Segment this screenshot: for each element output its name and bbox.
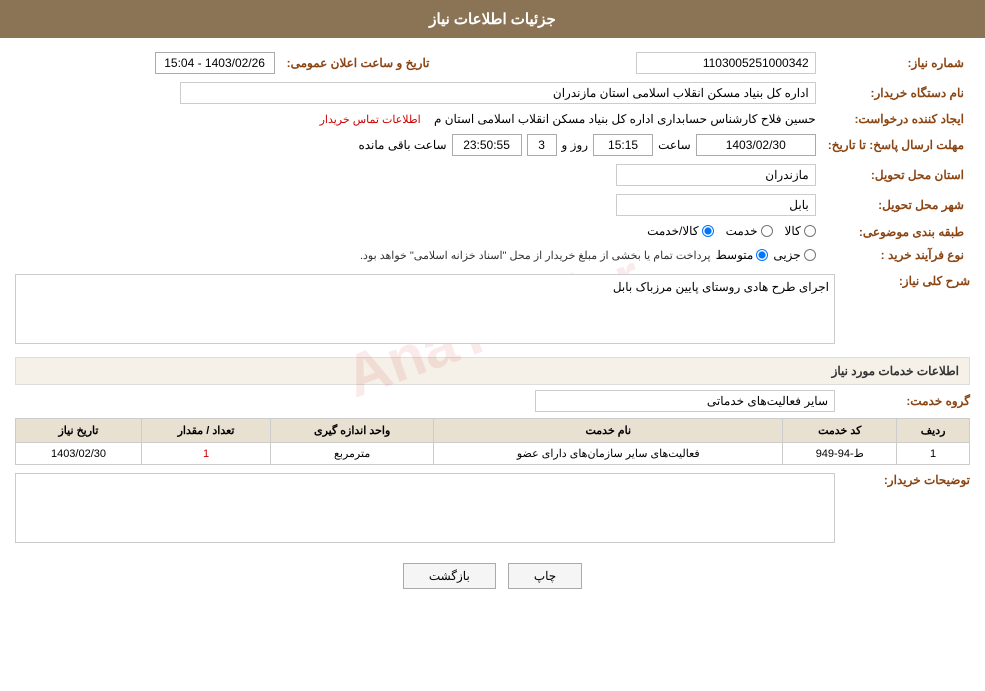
radio-kala-item: کالا <box>785 224 816 238</box>
radio-khedmat[interactable] <box>761 225 773 237</box>
shahr-value: بابل <box>616 194 816 216</box>
col-name: نام خدمت <box>434 419 783 443</box>
services-table-body: 1 ط-94-949 فعالیت‌های سایر سازمان‌های دا… <box>16 443 970 465</box>
radio-kala-khedmat-item: کالا/خدمت <box>647 224 713 238</box>
info-table: شماره نیاز: 1103005251000342 تاریخ و ساع… <box>15 48 970 266</box>
tabaqe-label: طبقه بندی موضوعی: <box>822 220 970 244</box>
sharh-box: اجرای طرح هادی روستای پایین مرزباک بابل <box>15 274 835 344</box>
row-mohlat: مهلت ارسال پاسخ: تا تاریخ: 1403/02/30 سا… <box>15 130 970 160</box>
farayand-desc: پرداخت تمام یا بخشی از مبلغ خریدار از مح… <box>360 249 711 262</box>
shomare-value: 1103005251000342 <box>636 52 816 74</box>
ostan-value: مازندران <box>616 164 816 186</box>
sharh-row: شرح کلی نیاز: اجرای طرح هادی روستای پایی… <box>15 274 970 349</box>
rooz-label: روز و <box>562 138 589 152</box>
page-header: جزئیات اطلاعات نیاز <box>0 0 985 38</box>
mohlat-date: 1403/02/30 <box>696 134 816 156</box>
radio-khedmat-label: خدمت <box>726 224 758 238</box>
tozihat-label: توضیحات خریدار: <box>840 473 970 487</box>
row-shahr: شهر محل تحویل: بابل <box>15 190 970 220</box>
cell-kod: ط-94-949 <box>783 443 897 465</box>
tozihat-row: توضیحات خریدار: <box>15 473 970 548</box>
mohlat-saat: 15:15 <box>593 134 653 156</box>
saat-label: ساعت <box>658 138 691 152</box>
grooh-value: سایر فعالیت‌های خدماتی <box>535 390 835 412</box>
print-button[interactable]: چاپ <box>508 563 582 589</box>
ostan-label: استان محل تحویل: <box>822 160 970 190</box>
radio-motevaset-item: متوسط <box>716 248 769 262</box>
radio-jozei-label: جزیی <box>773 248 800 262</box>
mohlat-baghi: 23:50:55 <box>452 134 522 156</box>
ijad-value: حسین فلاح کارشناس حسابداری اداره کل بنیا… <box>434 112 816 126</box>
cell-name: فعالیت‌های سایر سازمان‌های دارای عضو <box>434 443 783 465</box>
col-kod: کد خدمت <box>783 419 897 443</box>
tarikh-label: تاریخ و ساعت اعلان عمومی: <box>281 48 436 78</box>
col-tedad: تعداد / مقدار <box>141 419 270 443</box>
mohlat-row: 1403/02/30 ساعت 15:15 روز و 3 23:50:55 س… <box>21 134 816 156</box>
khedamat-section-header: اطلاعات خدمات مورد نیاز <box>15 357 970 385</box>
tozihat-box <box>15 473 835 543</box>
radio-jozei[interactable] <box>804 249 816 261</box>
content-area: AnaTender شماره نیاز: 1103005251000342 ت… <box>0 38 985 614</box>
tarikh-value: 1403/02/26 - 15:04 <box>155 52 275 74</box>
cell-tarikh: 1403/02/30 <box>16 443 142 465</box>
row-dastgah: نام دستگاه خریدار: اداره کل بنیاد مسکن ا… <box>15 78 970 108</box>
mohlat-rooz: 3 <box>527 134 557 156</box>
sharh-label: شرح کلی نیاز: <box>840 274 970 288</box>
radio-khedmat-item: خدمت <box>726 224 773 238</box>
shahr-label: شهر محل تحویل: <box>822 190 970 220</box>
page-title: جزئیات اطلاعات نیاز <box>429 11 556 28</box>
mohlat-label: مهلت ارسال پاسخ: تا تاریخ: <box>822 130 970 160</box>
back-button[interactable]: بازگشت <box>403 563 496 589</box>
radio-kala-label: کالا <box>785 224 801 238</box>
page-container: جزئیات اطلاعات نیاز AnaTender شماره نیاز… <box>0 0 985 691</box>
farayand-label: نوع فرآیند خرید : <box>822 244 970 266</box>
dastgah-value: اداره کل بنیاد مسکن انقلاب اسلامی استان … <box>180 82 816 104</box>
sharh-value: اجرای طرح هادی روستای پایین مرزباک بابل <box>613 280 829 294</box>
radio-kala[interactable] <box>804 225 816 237</box>
grooh-label: گروه خدمت: <box>840 394 970 408</box>
radio-kala-khedmat-label: کالا/خدمت <box>647 224 698 238</box>
table-row: 1 ط-94-949 فعالیت‌های سایر سازمان‌های دا… <box>16 443 970 465</box>
services-table-head: ردیف کد خدمت نام خدمت واحد اندازه گیری ت… <box>16 419 970 443</box>
cell-radif: 1 <box>897 443 970 465</box>
contact-link[interactable]: اطلاعات تماس خریدار <box>320 114 421 126</box>
services-table: ردیف کد خدمت نام خدمت واحد اندازه گیری ت… <box>15 418 970 465</box>
col-radif: ردیف <box>897 419 970 443</box>
col-vahed: واحد اندازه گیری <box>271 419 434 443</box>
table-header-row: ردیف کد خدمت نام خدمت واحد اندازه گیری ت… <box>16 419 970 443</box>
row-ostan: استان محل تحویل: مازندران <box>15 160 970 190</box>
baghi-label: ساعت باقی مانده <box>358 138 446 152</box>
button-bar: چاپ بازگشت <box>15 563 970 589</box>
col-tarikh: تاریخ نیاز <box>16 419 142 443</box>
radio-kala-khedmat[interactable] <box>702 225 714 237</box>
row-tabaqe: طبقه بندی موضوعی: کالا خدمت <box>15 220 970 244</box>
radio-motevaset-label: متوسط <box>716 248 754 262</box>
cell-tedad: 1 <box>141 443 270 465</box>
ijad-label: ایجاد کننده درخواست: <box>822 108 970 130</box>
grooh-row: گروه خدمت: سایر فعالیت‌های خدماتی <box>15 390 970 412</box>
radio-jozei-item: جزیی <box>773 248 815 262</box>
tabaqe-radio-group: کالا خدمت کالا/خدمت <box>647 224 816 238</box>
farayand-row: جزیی متوسط پرداخت تمام یا بخشی از مبلغ خ… <box>21 248 816 262</box>
dastgah-label: نام دستگاه خریدار: <box>822 78 970 108</box>
row-farayand: نوع فرآیند خرید : جزیی متوسط پرداخت تمام… <box>15 244 970 266</box>
radio-motevaset[interactable] <box>756 249 768 261</box>
row-shomare: شماره نیاز: 1103005251000342 تاریخ و ساع… <box>15 48 970 78</box>
shomare-label: شماره نیاز: <box>822 48 970 78</box>
row-ijad: ایجاد کننده درخواست: حسین فلاح کارشناس ح… <box>15 108 970 130</box>
cell-vahed: مترمربع <box>271 443 434 465</box>
